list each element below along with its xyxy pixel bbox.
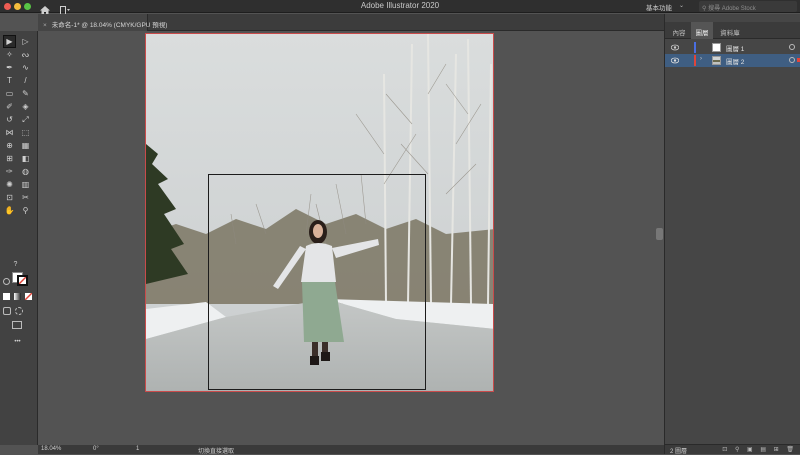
tab-layers[interactable]: 圖層 xyxy=(691,22,713,39)
title-bar: Adobe Illustrator 2020 基本功能 ⌄ ⚲ 搜尋 Adobe… xyxy=(0,0,800,15)
scale-tool[interactable]: ⤢ xyxy=(20,114,31,125)
selection-tool[interactable]: ▶ xyxy=(3,35,16,48)
layer-name[interactable]: 圖層 1 xyxy=(726,43,744,53)
draw-mode-icon[interactable] xyxy=(3,307,11,315)
status-bar: 18.04% 0° 1 切換直接選取 xyxy=(38,445,664,455)
slice-tool[interactable]: ✂ xyxy=(20,192,31,203)
curvature-tool[interactable]: ∿ xyxy=(20,62,31,73)
chevron-down-icon[interactable]: ⌄ xyxy=(679,2,684,9)
artboard-number-field[interactable]: 1 xyxy=(136,446,139,452)
tools-panel: ? ••• ▶ ▷ ✧ ᔓ ✒ ∿ T / ▭ ✎ ✐ ◈ ↺ ⤢ ⋈ ⬚ ⊕ ▦ ⊞ ◧ ✑ ◍ ✺ ▥ ⊡ ✂ ✋ ⚲ xyxy=(0,31,38,445)
fill-stroke-swatches[interactable] xyxy=(12,272,28,286)
eye-icon[interactable] xyxy=(670,44,680,51)
edit-toolbar-button[interactable]: ••• xyxy=(12,337,23,348)
shape-builder-tool[interactable]: ⊕ xyxy=(4,140,15,151)
target-icon[interactable] xyxy=(789,44,795,50)
document-tab-bar: × 未命名-1* @ 18.04% (CMYK/GPU 預視) xyxy=(38,14,664,31)
blend-tool[interactable]: ◍ xyxy=(20,166,31,177)
lasso-tool[interactable]: ᔓ xyxy=(20,49,31,60)
color-mode-icon[interactable] xyxy=(3,293,10,300)
vertical-scrollbar[interactable] xyxy=(656,228,663,240)
artboard-tool[interactable]: ⊡ xyxy=(4,192,15,203)
layers-panel-footer: 2 圖層 ⊡ ⚲ ▣ ▤ ⊞ 🗑 xyxy=(665,444,800,455)
stock-search-input[interactable]: ⚲ 搜尋 Adobe Stock xyxy=(699,1,797,12)
screen-mode-icon[interactable] xyxy=(12,321,22,329)
column-graph-tool[interactable]: ▥ xyxy=(20,179,31,190)
zoom-level-field[interactable]: 18.04% xyxy=(41,446,61,452)
width-tool[interactable]: ⋈ xyxy=(4,127,15,138)
type-tool[interactable]: T xyxy=(4,75,15,86)
layer-name[interactable]: 圖層 2 xyxy=(726,56,744,66)
eraser-tool[interactable]: ◈ xyxy=(20,101,31,112)
free-transform-tool[interactable]: ⬚ xyxy=(20,127,31,138)
rotate-tool[interactable]: ↺ xyxy=(4,114,15,125)
tab-libraries[interactable]: 資料庫 xyxy=(715,22,745,39)
layer-color-indicator xyxy=(694,42,696,53)
paintbrush-tool[interactable]: ✎ xyxy=(20,88,31,99)
workspace-switcher[interactable]: 基本功能 xyxy=(646,2,672,12)
target-icon[interactable] xyxy=(789,57,795,63)
gradient-mode-icon[interactable] xyxy=(14,293,21,300)
pen-tool[interactable]: ✒ xyxy=(4,62,15,73)
direct-selection-tool[interactable]: ▷ xyxy=(20,36,31,47)
selected-rectangle[interactable] xyxy=(208,174,426,390)
rectangle-tool[interactable]: ▭ xyxy=(4,88,15,99)
document-tab-label: 未命名-1* @ 18.04% (CMYK/GPU 預視) xyxy=(51,22,168,29)
hand-tool[interactable]: ✋ xyxy=(4,205,15,216)
layer-actions-icons[interactable]: ⊡ ⚲ ▣ ▤ ⊞ 🗑 xyxy=(722,446,797,453)
none-mode-icon[interactable] xyxy=(25,293,32,300)
shaper-tool[interactable]: ✐ xyxy=(4,101,15,112)
document-tab[interactable]: × 未命名-1* @ 18.04% (CMYK/GPU 預視) xyxy=(38,14,167,31)
gradient-tool[interactable]: ◧ xyxy=(20,153,31,164)
fill-stroke-help: ? xyxy=(13,261,18,268)
layer-row[interactable]: › 圖層 2 xyxy=(665,54,800,67)
tab-properties[interactable]: 內容 xyxy=(668,22,690,39)
expand-arrow-icon[interactable]: › xyxy=(700,56,702,62)
layer-thumbnail xyxy=(712,56,721,65)
zoom-tool[interactable]: ⚲ xyxy=(20,205,31,216)
rotation-field[interactable]: 0° xyxy=(93,446,99,452)
eye-icon[interactable] xyxy=(670,57,680,64)
perspective-grid-tool[interactable]: ▦ xyxy=(20,140,31,151)
symbol-sprayer-tool[interactable]: ✺ xyxy=(4,179,15,190)
layer-row[interactable]: 圖層 1 xyxy=(665,41,800,54)
layers-panel: 內容 圖層 資料庫 圖層 1 › 圖層 2 2 圖層 ⊡ ⚲ ▣ ▤ ⊞ 🗑 xyxy=(664,14,800,455)
stroke-swatch[interactable] xyxy=(17,275,28,286)
draw-behind-icon[interactable] xyxy=(15,307,23,315)
layer-color-indicator xyxy=(694,55,696,66)
layer-thumbnail xyxy=(712,43,721,52)
mesh-tool[interactable]: ⊞ xyxy=(4,153,15,164)
close-tab-icon[interactable]: × xyxy=(43,22,47,29)
magic-wand-tool[interactable]: ✧ xyxy=(4,49,15,60)
canvas-area[interactable] xyxy=(38,32,664,445)
default-colors-icon[interactable] xyxy=(3,278,10,285)
panel-tabs: 內容 圖層 資料庫 xyxy=(665,22,800,39)
eyedropper-tool[interactable]: ✑ xyxy=(4,166,15,177)
line-tool[interactable]: / xyxy=(20,75,31,86)
